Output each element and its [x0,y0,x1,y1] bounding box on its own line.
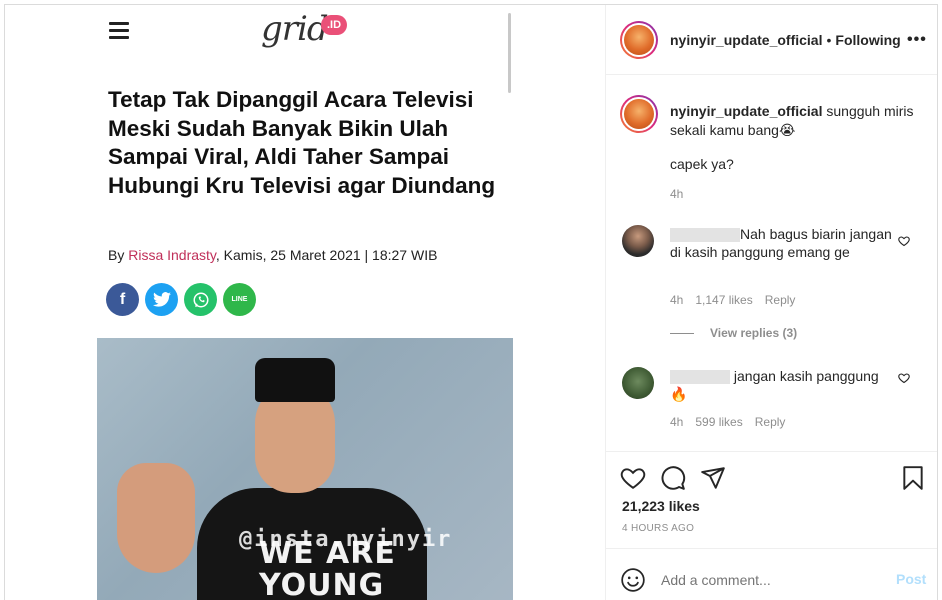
whatsapp-icon [184,283,217,316]
comment-meta: 4h 599 likes Reply [670,415,785,429]
byline-prefix: By [108,247,129,263]
article-photo: WE ARE YOUNG @insta.nyinyir [97,338,513,600]
bookmark-icon[interactable] [900,465,926,491]
comment-bubble-icon[interactable] [660,465,686,491]
header-user: nyinyir_update_official • Following [670,32,901,48]
post-media[interactable]: grid .ID Tetap Tak Dipanggil Acara Telev… [5,5,605,600]
comment-input[interactable] [661,572,881,588]
article-author: Rissa Indrasty [128,247,216,263]
menu-icon [109,22,129,40]
line-icon: LINE [223,283,256,316]
dot-separator: • [826,32,832,48]
comment-likes[interactable]: 1,147 likes [695,293,752,307]
redacted-username [670,228,740,243]
emoji-icon[interactable] [620,567,646,593]
comment-time: 4h [670,415,684,429]
more-options-icon[interactable]: ••• [907,31,927,49]
header-username[interactable]: nyinyir_update_official [670,32,822,48]
comment-avatar[interactable] [622,367,654,399]
avatar[interactable] [620,21,658,59]
twitter-icon [145,283,178,316]
article-headline: Tetap Tak Dipanggil Acara Televisi Meski… [108,87,496,198]
comment-item: jangan kasih panggung 🔥 [670,367,892,403]
instagram-post-modal: grid .ID Tetap Tak Dipanggil Acara Telev… [4,4,938,600]
comment-like-heart-icon[interactable] [898,372,910,384]
article-byline: By Rissa Indrasty, Kamis, 25 Maret 2021 … [108,247,437,263]
caption: nyinyir_update_official sungguh miris se… [670,102,916,140]
following-button[interactable]: Following [835,32,900,48]
redacted-username [670,370,730,385]
photo-hand [117,463,195,573]
line-glyph: LINE [231,296,248,303]
post-header: nyinyir_update_official • Following ••• [606,5,937,75]
add-comment-bar: Post [606,548,937,600]
comments-panel: nyinyir_update_official • Following ••• ny… [605,5,937,600]
caption-line2: capek ya? [670,156,734,172]
facebook-glyph: f [119,290,126,308]
caption-time: 4h [670,187,684,201]
replies-line [670,332,694,334]
caption-avatar[interactable] [620,95,658,133]
share-send-icon[interactable] [700,465,726,491]
reply-button[interactable]: Reply [765,293,796,307]
reply-button[interactable]: Reply [755,415,786,429]
caption-username[interactable]: nyinyir_update_official [670,103,822,119]
comment-avatar[interactable] [622,225,654,257]
share-buttons: f LINE [106,283,256,316]
comment-like-heart-icon[interactable] [898,235,910,247]
like-heart-icon[interactable] [620,465,646,491]
photo-watermark: @insta.nyinyir [239,527,453,552]
logo-word: grid [261,9,329,49]
comment-likes[interactable]: 599 likes [695,415,742,429]
view-replies-button[interactable]: View replies (3) [670,326,797,340]
likes-count[interactable]: 21,223 likes [622,498,700,514]
facebook-icon: f [106,283,139,316]
logo-badge: .ID [321,15,347,35]
photo-cap [255,358,335,402]
comment-time: 4h [670,293,684,307]
article-scrollbar [508,13,511,93]
grid-logo: grid .ID [261,5,361,61]
comment-meta: 4h 1,147 likes Reply [670,293,795,307]
comment-item: Nah bagus biarin jangan di kasih panggun… [670,225,892,261]
view-replies-label: View replies (3) [710,326,798,340]
article-date: , Kamis, 25 Maret 2021 | 18:27 WIB [215,247,438,263]
post-button[interactable]: Post [896,571,926,587]
posted-time: 4 HOURS AGO [622,523,695,534]
